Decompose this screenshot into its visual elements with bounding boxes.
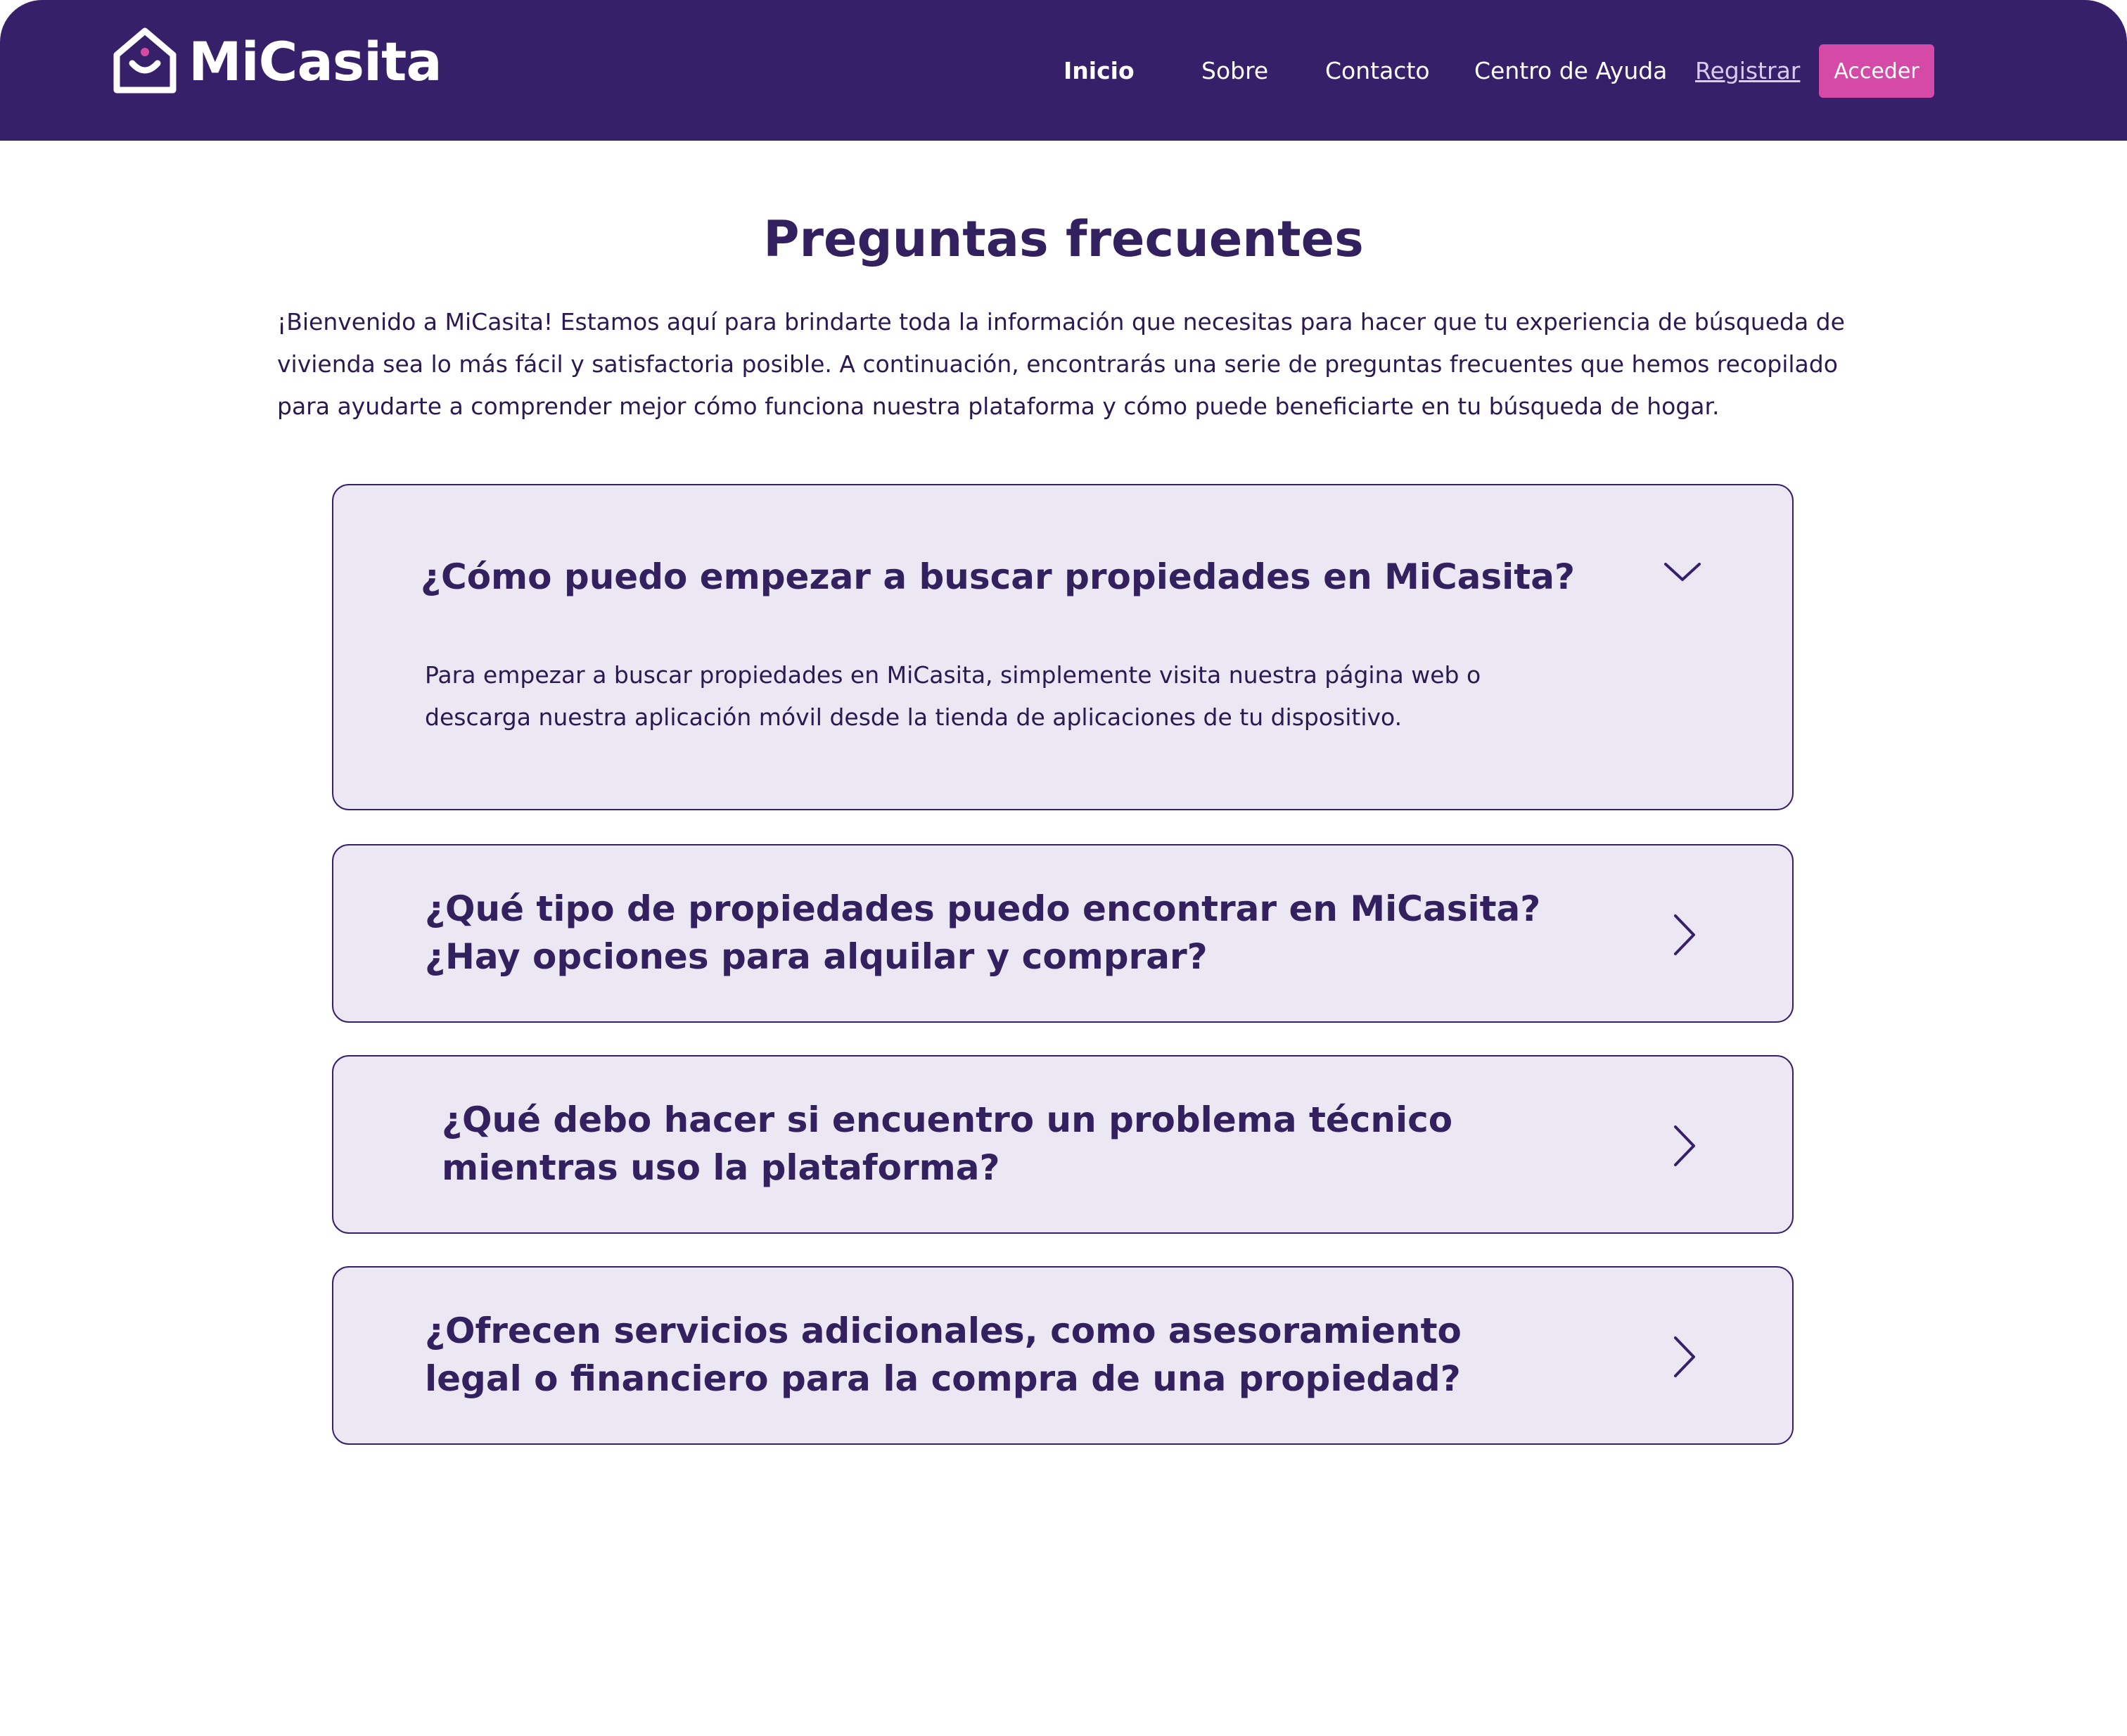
chevron-right-icon[interactable] — [1670, 913, 1698, 957]
brand-logo[interactable]: MiCasita — [111, 27, 442, 97]
chevron-right-icon[interactable] — [1670, 1124, 1698, 1168]
page-title: Preguntas frecuentes — [763, 210, 1364, 268]
nav-link-sobre[interactable]: Sobre — [1201, 46, 1268, 96]
brand-name: MiCasita — [189, 30, 442, 93]
faq-answer-1: Para empezar a buscar propiedades en MiC… — [425, 661, 1481, 731]
chevron-down-icon[interactable] — [1663, 559, 1702, 587]
top-navbar: MiCasita Inicio Sobre Contacto Centro de… — [0, 0, 2127, 141]
login-button[interactable]: Acceder — [1819, 44, 1934, 98]
faq-item-1[interactable]: ¿Cómo puedo empezar a buscar propiedades… — [332, 484, 1794, 810]
house-smile-icon — [111, 25, 179, 98]
faq-question-3: ¿Qué debo hacer si encuentro un problema… — [442, 1099, 1453, 1188]
chevron-right-icon[interactable] — [1670, 1335, 1698, 1379]
faq-question-2: ¿Qué tipo de propiedades puedo encontrar… — [425, 888, 1541, 977]
faq-item-3[interactable]: ¿Qué debo hacer si encuentro un problema… — [332, 1055, 1794, 1234]
faq-question-1: ¿Cómo puedo empezar a buscar propiedades… — [421, 556, 1575, 597]
intro-paragraph: ¡Bienvenido a MiCasita! Estamos aquí par… — [277, 308, 1845, 420]
nav-link-centro-de-ayuda[interactable]: Centro de Ayuda — [1474, 46, 1667, 96]
register-link[interactable]: Registrar — [1695, 46, 1800, 96]
faq-item-4[interactable]: ¿Ofrecen servicios adicionales, como ase… — [332, 1266, 1794, 1445]
faq-item-2[interactable]: ¿Qué tipo de propiedades puedo encontrar… — [332, 844, 1794, 1023]
nav-link-inicio[interactable]: Inicio — [1064, 46, 1135, 96]
nav-link-contacto[interactable]: Contacto — [1325, 46, 1430, 96]
faq-question-4: ¿Ofrecen servicios adicionales, como ase… — [425, 1310, 1462, 1399]
